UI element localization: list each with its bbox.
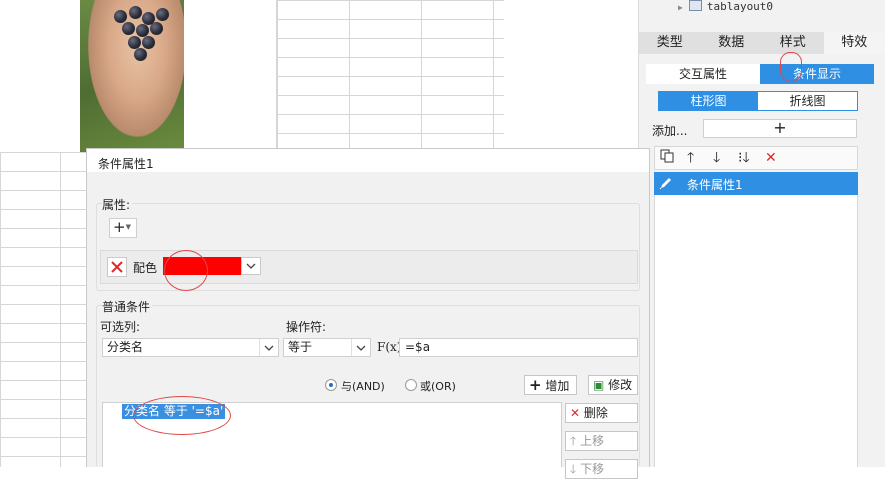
close-icon — [108, 258, 126, 276]
berry — [150, 22, 163, 35]
style-subtabs: 交互属性 条件显示 — [646, 64, 874, 84]
chevron-down-icon — [242, 258, 260, 274]
add-condition-button[interactable]: + 增加 — [524, 375, 577, 395]
or-label: 或(OR) — [420, 378, 456, 394]
copy-icon[interactable] — [660, 149, 674, 168]
color-dropdown-button[interactable] — [241, 257, 261, 275]
operator-select[interactable]: 等于 — [283, 338, 371, 357]
column-select[interactable]: 分类名 — [102, 338, 279, 357]
tab-effects[interactable]: 特效 — [824, 32, 885, 54]
remove-attribute-button[interactable] — [107, 257, 127, 277]
color-label: 配色 — [133, 259, 157, 276]
berry — [156, 8, 169, 21]
operator-label: 操作符: — [286, 318, 326, 335]
and-radio[interactable] — [325, 379, 337, 391]
add-condition-attr-button[interactable]: + — [703, 119, 857, 138]
berry — [122, 22, 135, 35]
spreadsheet-grid-top[interactable] — [276, 0, 504, 150]
spreadsheet-grid-left[interactable] — [0, 152, 88, 467]
panel-tabs: 类型 数据 样式 特效 — [639, 32, 885, 54]
close-icon: ✕ — [570, 406, 580, 420]
pencil-icon — [658, 175, 674, 194]
dialog-title: 条件属性1 — [98, 155, 154, 172]
arrow-up-icon[interactable]: 🡑 — [687, 149, 694, 167]
plus-icon: + — [529, 376, 542, 394]
move-up-button[interactable]: 🡑 上移 — [565, 431, 638, 451]
chevron-down-icon — [351, 339, 370, 356]
edit-icon: ▣ — [593, 378, 604, 392]
tab-line-chart[interactable]: 折线图 — [758, 92, 857, 110]
tree-node-tablayout[interactable]: ▶tablayout0 — [678, 0, 773, 14]
delete-icon[interactable]: ✕ — [765, 149, 777, 167]
berry — [142, 36, 155, 49]
chevron-down-icon: ▼ — [126, 223, 131, 231]
add-label: 添加... — [652, 122, 687, 139]
delete-condition-button[interactable]: ✕ 删除 — [565, 403, 638, 423]
tab-conditional-display[interactable]: 条件显示 — [760, 64, 874, 84]
list-item-label: 条件属性1 — [687, 176, 743, 193]
expand-triangle-icon[interactable]: ▶ — [678, 3, 683, 12]
berry — [114, 10, 127, 23]
edit-condition-button[interactable]: ▣ 修改 — [588, 375, 638, 395]
tab-bar-chart[interactable]: 柱形图 — [659, 92, 758, 110]
chart-type-tabs: 柱形图 折线图 — [658, 91, 858, 111]
tab-style[interactable]: 样式 — [762, 32, 824, 54]
arrow-down-icon: 🡓 — [570, 462, 576, 476]
condition-list[interactable] — [654, 195, 858, 467]
annotation-circle — [780, 52, 802, 82]
tab-data[interactable]: 数据 — [701, 32, 763, 54]
condition-group-label: 普通条件 — [102, 298, 152, 315]
condition-list-toolbar: 🡑 🡓 ⁝🡓 ✕ — [654, 146, 858, 170]
column-label: 可选列: — [100, 318, 140, 335]
arrow-down-icon[interactable]: 🡓 — [713, 149, 720, 167]
move-down-button[interactable]: 🡓 下移 — [565, 459, 638, 479]
chevron-down-icon — [259, 339, 278, 356]
berry — [129, 6, 142, 19]
move-to-bottom-icon[interactable]: ⁝🡓 — [738, 149, 750, 167]
arrow-up-icon: 🡑 — [570, 434, 576, 448]
annotation-circle — [133, 396, 231, 435]
berry — [134, 48, 147, 61]
attribute-label: 属性: — [102, 196, 132, 213]
and-label: 与(AND) — [341, 378, 385, 394]
tab-type[interactable]: 类型 — [639, 32, 701, 54]
formula-icon[interactable]: F(x) — [377, 338, 397, 357]
tab-interaction-props[interactable]: 交互属性 — [646, 64, 760, 84]
annotation-circle — [164, 250, 208, 291]
condition-value-input[interactable]: =$a — [399, 338, 638, 357]
layout-node-icon — [689, 0, 702, 11]
list-item[interactable]: 条件属性1 — [654, 172, 858, 195]
blueberry-photo[interactable] — [80, 0, 184, 152]
or-radio[interactable] — [405, 379, 417, 391]
add-attribute-button[interactable]: +▼ — [109, 218, 137, 238]
